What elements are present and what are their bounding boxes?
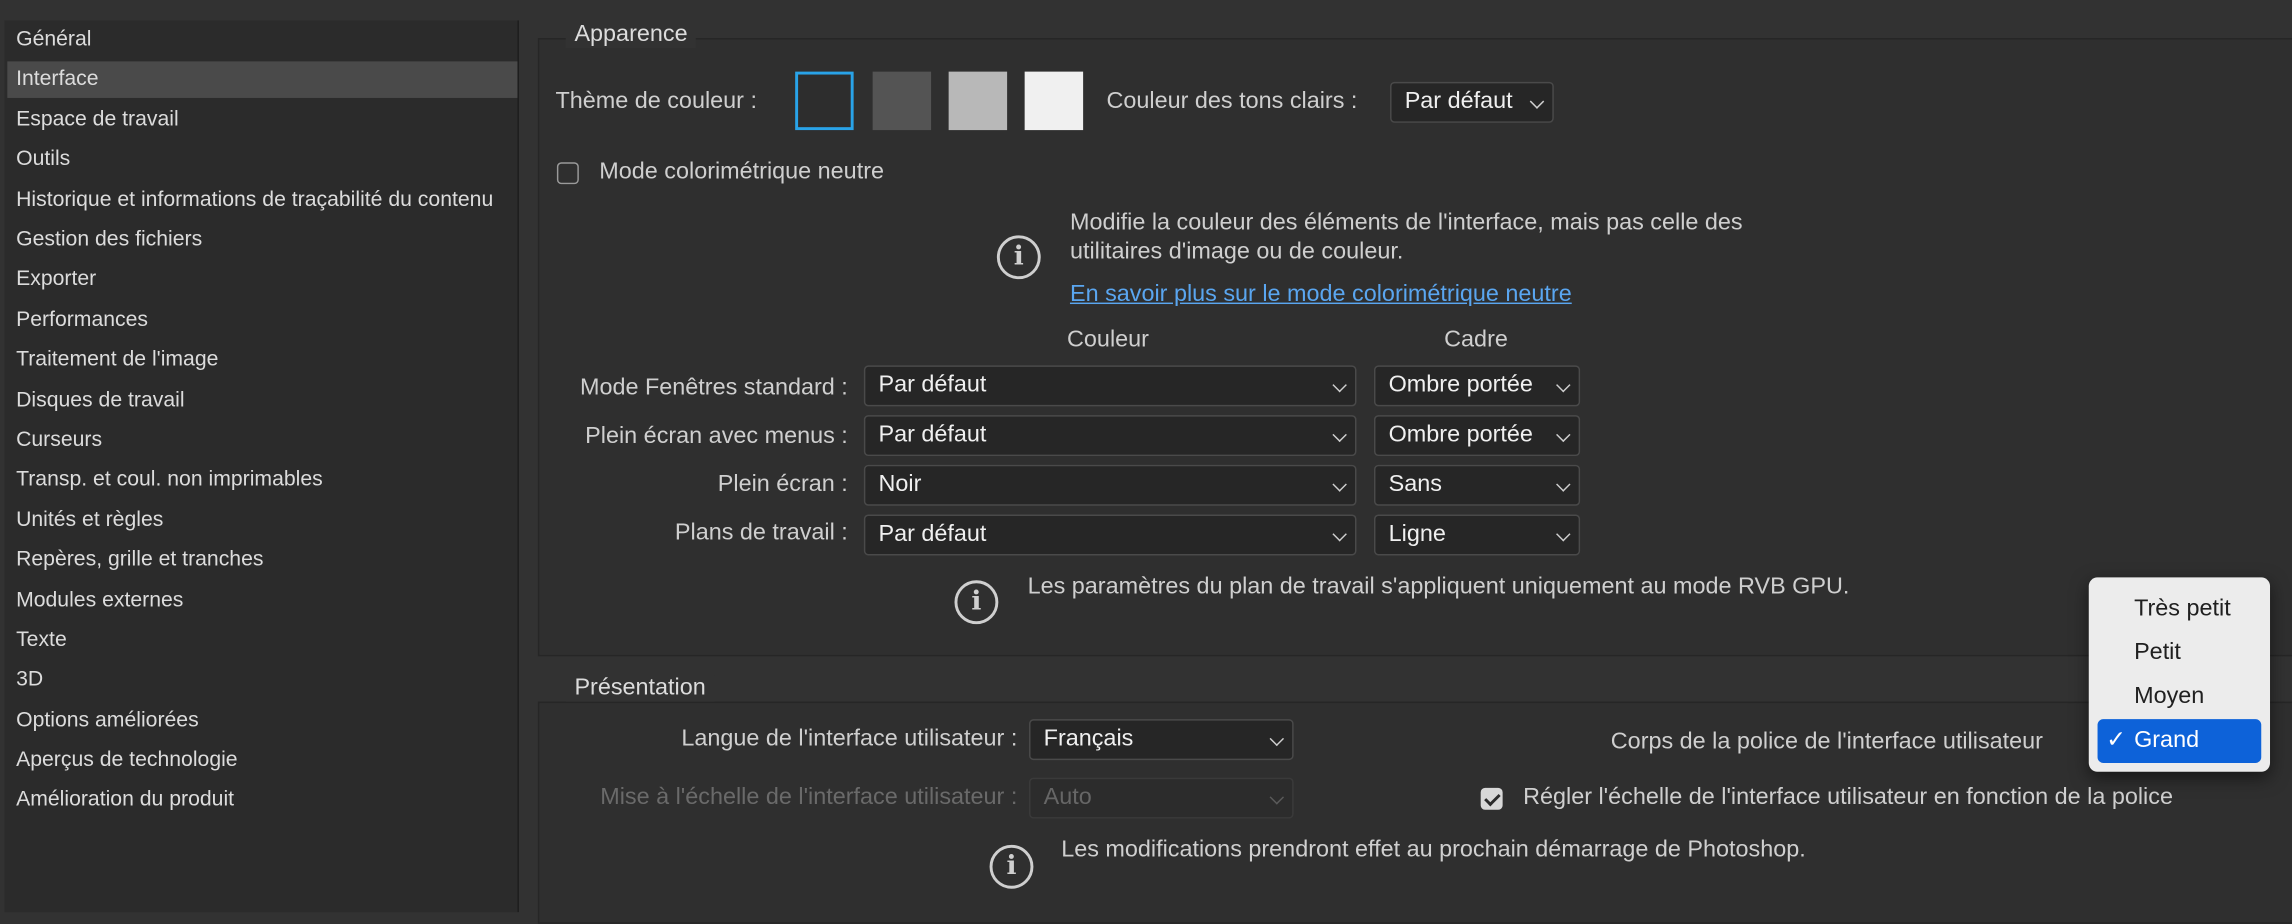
fullscreen-color-select[interactable]: Noir bbox=[863, 464, 1357, 506]
info-icon: i bbox=[954, 580, 999, 625]
chevron-down-icon bbox=[1332, 427, 1347, 443]
font-size-option-petit[interactable]: Petit bbox=[2098, 631, 2262, 675]
font-size-option-moyen[interactable]: Moyen bbox=[2098, 675, 2262, 719]
chevron-down-icon bbox=[1556, 527, 1571, 542]
fullscreen-label: Plein écran : bbox=[717, 472, 848, 497]
sidebar-item-performance[interactable]: Performances bbox=[7, 303, 517, 340]
neutral-mode-learn-more-link[interactable]: En savoir plus sur le mode colorimétriqu… bbox=[1070, 282, 1572, 308]
artboards-border-value: Ligne bbox=[1388, 521, 1446, 547]
standard-screen-color-select[interactable]: Par défaut bbox=[863, 365, 1357, 407]
neutral-info-line2: utilitaires d'image ou de couleur. bbox=[1069, 239, 1404, 265]
theme-swatch-dark[interactable] bbox=[872, 71, 932, 131]
font-size-option-tres-petit[interactable]: Très petit bbox=[2098, 588, 2262, 632]
column-header-cadre: Cadre bbox=[1444, 327, 1508, 353]
scale-with-font-checkbox[interactable] bbox=[1480, 787, 1503, 810]
sidebar-item-transparency[interactable]: Transp. et coul. non imprimables bbox=[7, 462, 517, 499]
theme-swatch-lightest[interactable] bbox=[1024, 71, 1084, 131]
preferences-sidebar: Général Interface Espace de travail Outi… bbox=[4, 20, 519, 913]
artboard-info-text: Les paramètres du plan de travail s'appl… bbox=[1027, 574, 1850, 600]
sidebar-item-workspace[interactable]: Espace de travail bbox=[7, 102, 517, 139]
highlight-color-value: Par défaut bbox=[1404, 89, 1513, 115]
highlight-color-select[interactable]: Par défaut bbox=[1390, 81, 1554, 123]
fullscreen-menus-label: Plein écran avec menus : bbox=[585, 423, 848, 449]
font-size-option-grand[interactable]: ✓ Grand bbox=[2097, 719, 2262, 764]
sidebar-item-interface[interactable]: Interface bbox=[7, 61, 518, 98]
fullscreen-border-value: Sans bbox=[1388, 472, 1442, 497]
chevron-down-icon bbox=[1332, 477, 1347, 492]
chevron-down-icon bbox=[1556, 377, 1571, 393]
chevron-down-icon bbox=[1269, 731, 1285, 747]
ui-font-size-label: Corps de la police de l'interface utilis… bbox=[1610, 729, 2043, 755]
neutral-mode-checkbox[interactable] bbox=[556, 162, 579, 185]
theme-swatch-darkest[interactable] bbox=[795, 71, 854, 131]
sidebar-item-3d[interactable]: 3D bbox=[7, 662, 517, 699]
neutral-mode-label: Mode colorimétrique neutre bbox=[599, 159, 884, 185]
sidebar-item-product-improvement[interactable]: Amélioration du produit bbox=[7, 782, 517, 819]
color-theme-label: Thème de couleur : bbox=[555, 89, 757, 115]
chevron-down-icon bbox=[1332, 377, 1347, 393]
presentation-title: Présentation bbox=[565, 675, 715, 702]
theme-swatch-light[interactable] bbox=[948, 71, 1008, 131]
scale-with-font-label: Régler l'échelle de l'interface utilisat… bbox=[1523, 784, 2173, 810]
fullscreen-menus-border-select[interactable]: Ombre portée bbox=[1373, 415, 1581, 457]
info-icon: i bbox=[996, 235, 1041, 280]
artboards-color-value: Par défaut bbox=[878, 521, 987, 547]
sidebar-item-units[interactable]: Unités et règles bbox=[7, 503, 517, 540]
artboards-label: Plans de travail : bbox=[674, 520, 848, 546]
standard-screen-border-select[interactable]: Ombre portée bbox=[1373, 365, 1581, 407]
chevron-down-icon bbox=[1332, 527, 1347, 542]
chevron-down-icon bbox=[1556, 427, 1571, 443]
chevron-down-icon bbox=[1556, 477, 1571, 492]
sidebar-item-plugins[interactable]: Modules externes bbox=[7, 583, 517, 620]
standard-screen-color-value: Par défaut bbox=[878, 372, 987, 398]
ui-language-select[interactable]: Français bbox=[1029, 719, 1294, 761]
font-size-option-grand-label: Grand bbox=[2134, 727, 2200, 753]
sidebar-item-technology-previews[interactable]: Aperçus de technologie bbox=[7, 743, 517, 780]
column-header-couleur: Couleur bbox=[1067, 327, 1149, 353]
sidebar-item-file-handling[interactable]: Gestion des fichiers bbox=[7, 222, 517, 259]
sidebar-item-image-processing[interactable]: Traitement de l'image bbox=[7, 342, 517, 379]
sidebar-item-tools[interactable]: Outils bbox=[7, 142, 517, 179]
sidebar-item-general[interactable]: Général bbox=[7, 22, 517, 59]
sidebar-item-export[interactable]: Exporter bbox=[7, 262, 517, 299]
fullscreen-border-select[interactable]: Sans bbox=[1373, 464, 1581, 506]
standard-screen-border-value: Ombre portée bbox=[1388, 372, 1533, 398]
fullscreen-menus-color-value: Par défaut bbox=[878, 422, 987, 448]
font-size-dropdown-menu: Très petit Petit Moyen ✓ Grand bbox=[2088, 577, 2271, 772]
sidebar-item-type[interactable]: Texte bbox=[7, 623, 517, 660]
standard-screen-label: Mode Fenêtres standard : bbox=[579, 375, 848, 401]
ui-scaling-label: Mise à l'échelle de l'interface utilisat… bbox=[600, 784, 1018, 810]
neutral-info-line1: Modifie la couleur des éléments de l'int… bbox=[1069, 210, 1743, 236]
highlight-color-label: Couleur des tons clairs : bbox=[1106, 89, 1358, 115]
checkmark-icon: ✓ bbox=[2106, 727, 2126, 753]
ui-scaling-select: Auto bbox=[1029, 777, 1294, 819]
fullscreen-color-value: Noir bbox=[878, 472, 922, 497]
ui-scaling-value: Auto bbox=[1043, 784, 1092, 810]
ui-language-label: Langue de l'interface utilisateur : bbox=[681, 726, 1018, 752]
sidebar-item-guides[interactable]: Repères, grille et tranches bbox=[7, 542, 517, 579]
artboards-border-select[interactable]: Ligne bbox=[1373, 514, 1581, 556]
chevron-down-icon bbox=[1529, 94, 1545, 109]
sidebar-item-scratch-disks[interactable]: Disques de travail bbox=[7, 383, 517, 420]
appearance-group bbox=[537, 38, 2292, 657]
appearance-title: Apparence bbox=[565, 21, 697, 49]
sidebar-item-history[interactable]: Historique et informations de traçabilit… bbox=[7, 183, 517, 220]
info-icon: i bbox=[989, 844, 1034, 889]
sidebar-item-cursors[interactable]: Curseurs bbox=[7, 422, 517, 459]
restart-info-text: Les modifications prendront effet au pro… bbox=[1061, 837, 1806, 863]
fullscreen-menus-color-select[interactable]: Par défaut bbox=[863, 415, 1357, 457]
ui-language-value: Français bbox=[1043, 726, 1134, 752]
artboards-color-select[interactable]: Par défaut bbox=[863, 514, 1357, 556]
chevron-down-icon bbox=[1269, 790, 1285, 805]
fullscreen-menus-border-value: Ombre portée bbox=[1388, 422, 1533, 448]
sidebar-item-enhanced-controls[interactable]: Options améliorées bbox=[7, 703, 517, 740]
